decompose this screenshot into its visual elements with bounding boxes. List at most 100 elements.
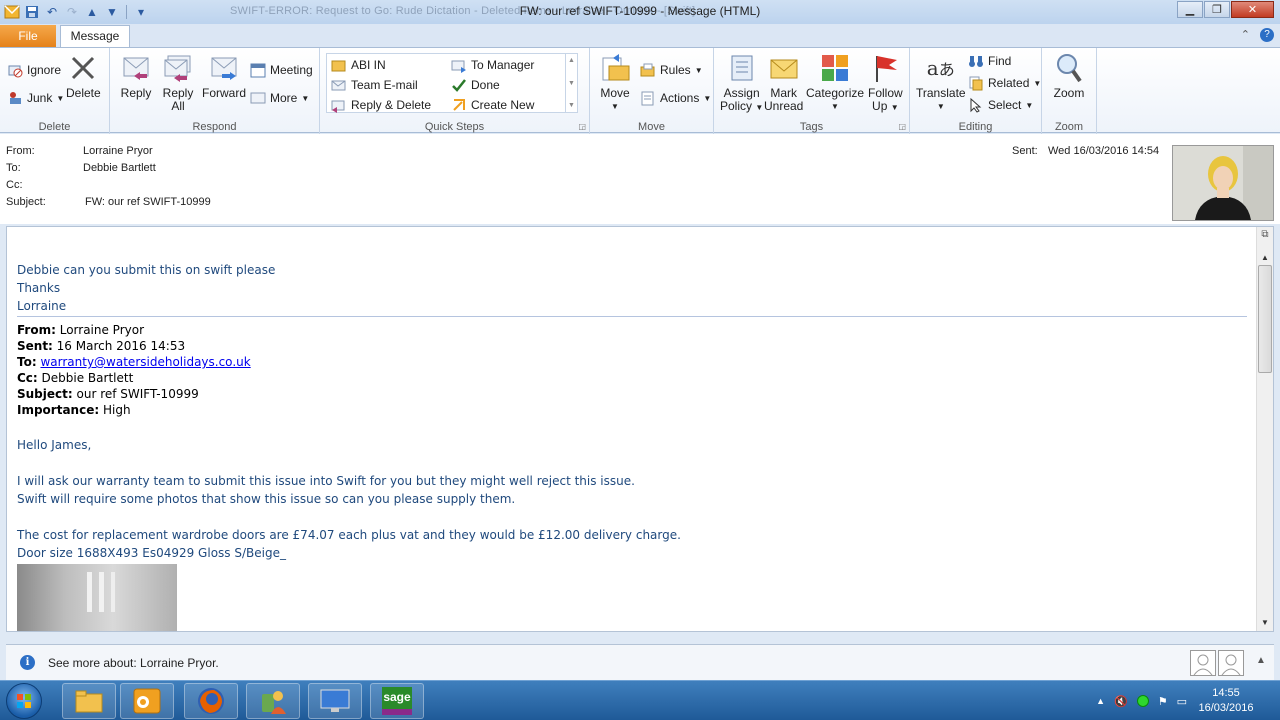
meeting-button[interactable]: Meeting bbox=[250, 62, 313, 78]
body-line: Swift will require some photos that show… bbox=[17, 492, 516, 506]
network-status-icon[interactable] bbox=[1136, 695, 1149, 707]
quick-step-done[interactable]: Done bbox=[451, 77, 500, 93]
fwd-from-row: From: Lorraine Pryor bbox=[17, 323, 145, 337]
quick-step-to-manager[interactable]: To Manager bbox=[451, 57, 534, 73]
help-icon[interactable]: ? bbox=[1260, 28, 1274, 42]
assign-policy-button[interactable]: Assign Policy ▼ bbox=[720, 52, 763, 114]
scroll-up-icon[interactable]: ▲ bbox=[568, 57, 575, 64]
forward-button[interactable]: Forward bbox=[202, 52, 246, 100]
sage-taskbar-button[interactable]: sage bbox=[370, 683, 424, 719]
close-button[interactable]: ✕ bbox=[1231, 1, 1274, 18]
next-item-icon[interactable]: ▼ bbox=[104, 4, 120, 20]
expand-people-pane-icon[interactable]: ▲ bbox=[1256, 655, 1266, 666]
from-value[interactable]: Lorraine Pryor bbox=[83, 145, 153, 157]
minimize-button[interactable]: ▁ bbox=[1177, 1, 1203, 18]
more-respond-button[interactable]: More ▼ bbox=[250, 90, 309, 106]
start-button[interactable] bbox=[6, 683, 42, 719]
cc-label: Cc: bbox=[6, 179, 23, 191]
categorize-button[interactable]: Categorize ▼ bbox=[806, 52, 864, 113]
related-icon bbox=[968, 75, 984, 91]
expand-gallery-icon[interactable]: ▼ bbox=[568, 102, 575, 109]
to-manager-icon bbox=[451, 57, 467, 73]
save-icon[interactable] bbox=[24, 4, 40, 20]
quick-step-abi-in[interactable]: ABI IN bbox=[331, 57, 386, 73]
fwd-cc-row: Cc: Debbie Bartlett bbox=[17, 371, 134, 385]
body-scrollbar[interactable]: ⧉ ▲ ▼ bbox=[1256, 227, 1273, 631]
quick-step-create-new[interactable]: Create New bbox=[451, 97, 534, 113]
quick-steps-scroll[interactable]: ▲ ▼ ▼ bbox=[565, 54, 577, 112]
minimize-ribbon-icon[interactable]: ⌃ bbox=[1241, 28, 1250, 42]
background-window-title: SWIFT-ERROR: Request to Go: Rude Dictati… bbox=[230, 5, 696, 17]
quick-steps-gallery: ABI IN To Manager Team E-mail Done Reply… bbox=[326, 53, 578, 113]
scroll-up-arrow[interactable]: ▲ bbox=[1257, 249, 1273, 265]
respond-group: Reply Reply All Forward Meeting More ▼ Re… bbox=[110, 48, 320, 134]
translate-button[interactable]: aあ Translate ▼ bbox=[916, 52, 966, 113]
body-line: Debbie can you submit this on swift plea… bbox=[17, 263, 276, 277]
clock[interactable]: 14:55 16/03/2016 bbox=[1196, 686, 1256, 716]
junk-icon bbox=[7, 90, 23, 106]
from-label: From: bbox=[6, 145, 35, 157]
contact-avatar[interactable] bbox=[1190, 650, 1216, 676]
quick-step-team-email[interactable]: Team E-mail bbox=[331, 77, 418, 93]
forward-divider bbox=[17, 316, 1247, 317]
ignore-button[interactable]: Ignore bbox=[7, 62, 61, 78]
fwd-to-row: To: warranty@watersideholidays.co.uk bbox=[17, 355, 251, 369]
select-button[interactable]: Select ▼ bbox=[968, 97, 1033, 113]
undo-icon[interactable]: ↶ bbox=[44, 4, 60, 20]
firefox-taskbar-button[interactable] bbox=[184, 683, 238, 719]
customize-qat-icon[interactable]: ▾ bbox=[133, 4, 149, 20]
scrollbar-thumb[interactable] bbox=[1258, 265, 1272, 373]
show-hidden-icons[interactable]: ▲ bbox=[1096, 696, 1105, 706]
junk-button[interactable]: Junk ▼ bbox=[7, 90, 64, 106]
actions-button[interactable]: Actions ▼ bbox=[640, 90, 711, 106]
scroll-down-arrow[interactable]: ▼ bbox=[1257, 614, 1273, 630]
follow-up-flag-icon bbox=[869, 52, 901, 84]
rules-button[interactable]: Rules ▼ bbox=[640, 62, 703, 78]
greeting: Hello James, bbox=[17, 438, 92, 452]
monitor-icon bbox=[320, 689, 350, 712]
communicator-taskbar-button[interactable] bbox=[246, 683, 300, 719]
cursor-icon bbox=[968, 97, 984, 113]
pin-icon[interactable]: ⧉ bbox=[1257, 229, 1273, 245]
contact-avatar[interactable] bbox=[1218, 650, 1244, 676]
delete-button[interactable]: Delete bbox=[66, 52, 101, 100]
volume-muted-icon[interactable]: 🔇 bbox=[1114, 695, 1128, 708]
body-line: Lorraine bbox=[17, 299, 67, 313]
subject-label: Subject: bbox=[6, 196, 46, 208]
rules-icon bbox=[640, 62, 656, 78]
zoom-button[interactable]: Zoom bbox=[1053, 52, 1085, 100]
find-button[interactable]: Find bbox=[968, 53, 1011, 69]
outlook-app-icon[interactable] bbox=[4, 4, 20, 20]
quick-access-toolbar: ↶ ↷ ▲ ▼ ▾ bbox=[0, 0, 149, 24]
tab-file[interactable]: File bbox=[0, 25, 56, 47]
title-bar: ↶ ↷ ▲ ▼ ▾ SWIFT-ERROR: Request to Go: Ru… bbox=[0, 0, 1280, 24]
quick-step-reply-delete[interactable]: Reply & Delete bbox=[331, 97, 431, 113]
network-icon[interactable]: ▭ bbox=[1177, 695, 1187, 708]
warranty-email-link[interactable]: warranty@watersideholidays.co.uk bbox=[40, 355, 250, 369]
related-button[interactable]: Related ▼ bbox=[968, 75, 1041, 91]
people-pane-text[interactable]: See more about: Lorraine Pryor. bbox=[48, 656, 219, 670]
body-line: Thanks bbox=[17, 281, 61, 295]
display-taskbar-button[interactable] bbox=[308, 683, 362, 719]
reply-all-button[interactable]: Reply All bbox=[162, 52, 194, 113]
restore-button[interactable]: ❐ bbox=[1204, 1, 1230, 18]
previous-item-icon[interactable]: ▲ bbox=[84, 4, 100, 20]
move-button[interactable]: Move ▼ bbox=[599, 52, 631, 113]
action-center-flag-icon[interactable]: ⚑ bbox=[1158, 695, 1168, 708]
to-value[interactable]: Debbie Bartlett bbox=[83, 162, 156, 174]
outlook-taskbar-button[interactable] bbox=[120, 683, 174, 719]
scroll-down-icon[interactable]: ▼ bbox=[568, 80, 575, 87]
checkmark-icon bbox=[451, 77, 467, 93]
mark-unread-button[interactable]: Mark Unread bbox=[764, 52, 803, 113]
tab-message[interactable]: Message bbox=[60, 25, 130, 48]
door-photo-image[interactable] bbox=[17, 564, 177, 631]
follow-up-button[interactable]: Follow Up ▼ bbox=[868, 52, 903, 114]
redo-icon[interactable]: ↷ bbox=[64, 4, 80, 20]
system-tray: ▲ 🔇 ⚑ ▭ 14:55 16/03/2016 bbox=[1096, 681, 1280, 720]
tags-group-label: Tags bbox=[799, 121, 824, 133]
team-email-icon bbox=[331, 77, 347, 93]
sent-label: Sent: bbox=[1012, 145, 1038, 157]
explorer-taskbar-button[interactable] bbox=[62, 683, 116, 719]
sender-photo[interactable] bbox=[1172, 145, 1274, 221]
reply-button[interactable]: Reply bbox=[120, 52, 152, 100]
